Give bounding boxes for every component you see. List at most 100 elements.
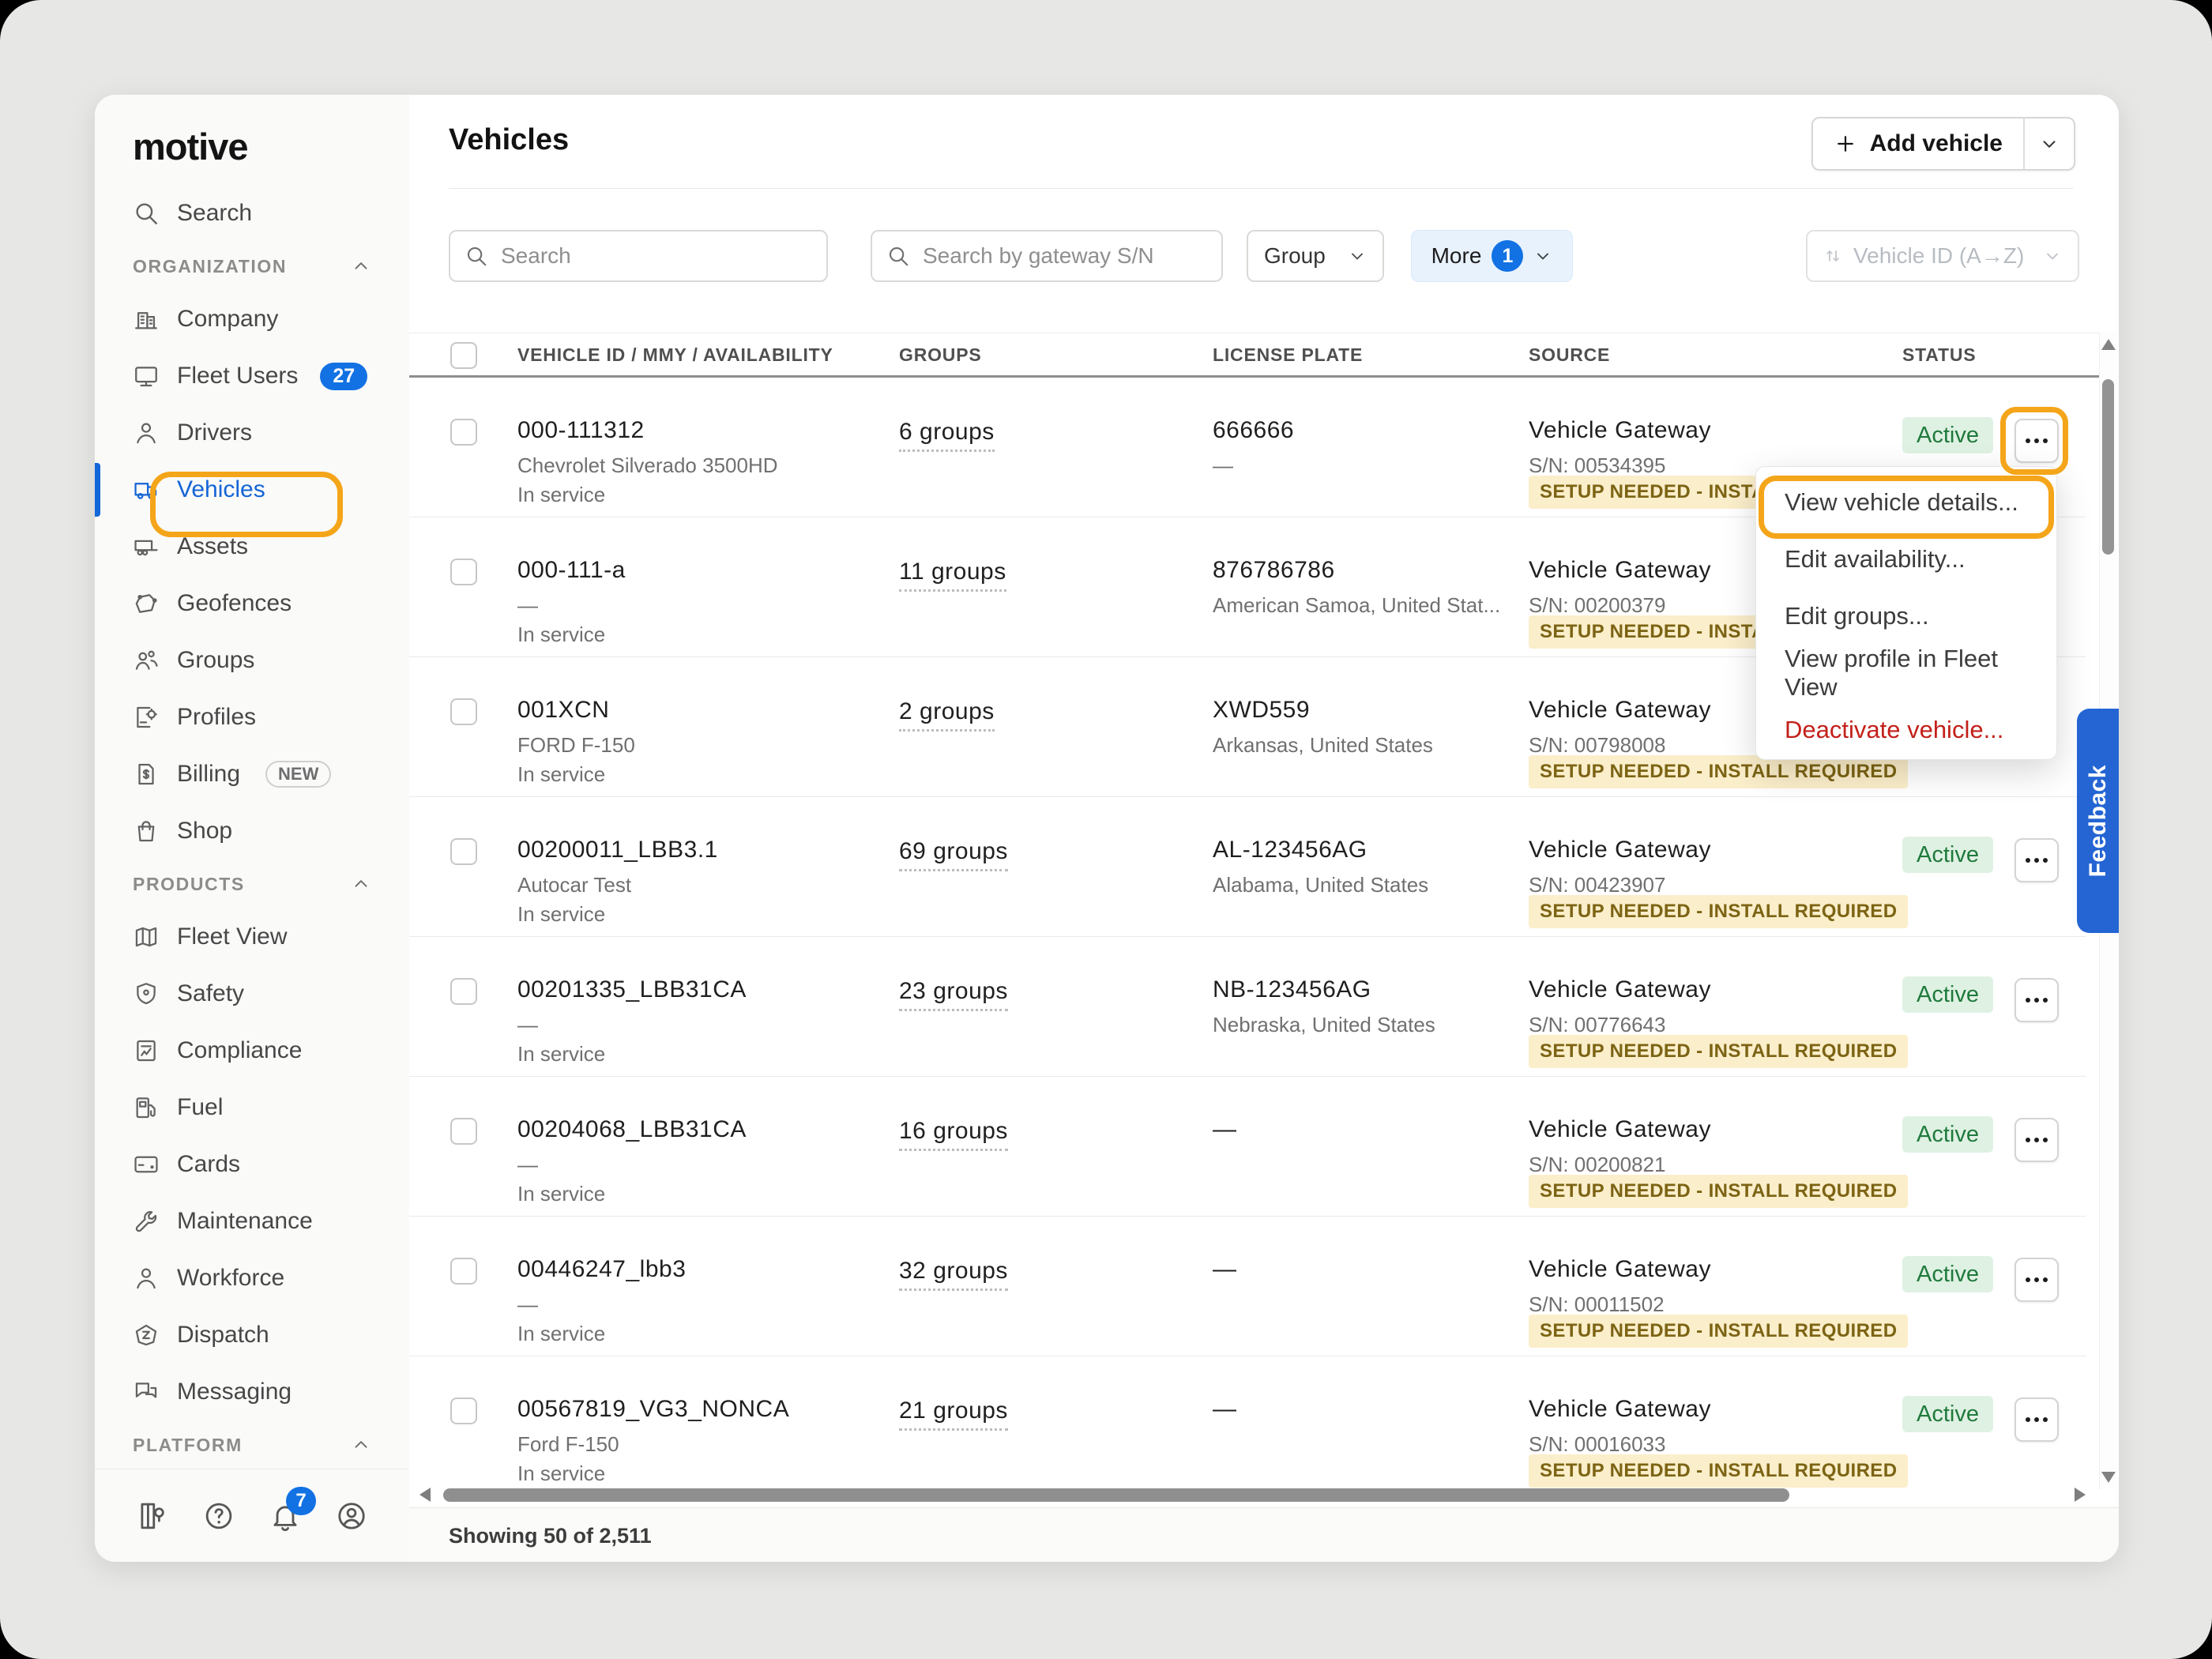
sidebar-item-compliance[interactable]: Compliance: [95, 1022, 409, 1079]
menu-item-view-vehicle-details[interactable]: View vehicle details...: [1756, 474, 2056, 531]
groups-link[interactable]: 23 groups: [899, 978, 1008, 1011]
sidebar-item-safety[interactable]: Safety: [95, 965, 409, 1022]
select-all-checkbox[interactable]: [450, 342, 477, 369]
groups-link[interactable]: 6 groups: [899, 419, 995, 452]
row-checkbox[interactable]: [450, 1398, 477, 1424]
vehicle-mmy: —: [517, 593, 538, 618]
sidebar-item-maintenance[interactable]: Maintenance: [95, 1193, 409, 1250]
sidebar-item-fuel[interactable]: Fuel: [95, 1079, 409, 1136]
add-vehicle-button[interactable]: Add vehicle: [1811, 117, 2075, 171]
groups-link[interactable]: 69 groups: [899, 838, 1008, 871]
sidebar-item-fleet-view[interactable]: Fleet View: [95, 908, 409, 965]
sidebar-item-workforce[interactable]: Workforce: [95, 1250, 409, 1307]
sidebar-item-fleet-users[interactable]: Fleet Users 27: [95, 348, 409, 404]
row-actions-button[interactable]: [2014, 1258, 2059, 1302]
vehicle-id[interactable]: 001XCN: [517, 697, 609, 724]
row-checkbox[interactable]: [450, 419, 477, 446]
sidebar-item-search[interactable]: Search: [95, 185, 409, 242]
sidebar-item-shop[interactable]: Shop: [95, 803, 409, 860]
license-plate-location: Arkansas, United States: [1213, 733, 1433, 758]
vehicle-id[interactable]: 00204068_LBB31CA: [517, 1116, 747, 1143]
more-filters-button[interactable]: More 1: [1411, 230, 1573, 282]
feedback-tab[interactable]: Feedback: [2077, 709, 2119, 933]
groups-link[interactable]: 16 groups: [899, 1118, 1008, 1151]
notifications-button[interactable]: 7: [269, 1499, 302, 1533]
row-actions-button[interactable]: [2014, 1398, 2059, 1442]
chevron-up-icon: [351, 256, 371, 276]
row-checkbox[interactable]: [450, 698, 477, 725]
sidebar-item-company[interactable]: Company: [95, 291, 409, 348]
vehicle-mmy: —: [517, 1292, 538, 1317]
sidebar-item-cards[interactable]: Cards: [95, 1136, 409, 1193]
sort-dropdown[interactable]: Vehicle ID (A→Z): [1806, 230, 2079, 282]
groups-link[interactable]: 2 groups: [899, 698, 995, 732]
row-checkbox[interactable]: [450, 1118, 477, 1145]
menu-item-view-profile-fleet-view[interactable]: View profile in Fleet View: [1756, 645, 2056, 702]
source-name: Vehicle Gateway: [1529, 557, 1711, 584]
profile-settings-icon: [133, 704, 160, 731]
status-badge: Active: [1902, 837, 1993, 873]
vehicle-id[interactable]: 00567819_VG3_NONCA: [517, 1396, 789, 1423]
menu-item-edit-groups[interactable]: Edit groups...: [1756, 588, 2056, 645]
row-actions-button[interactable]: [2014, 978, 2059, 1022]
sidebar-item-dispatch[interactable]: Dispatch: [95, 1307, 409, 1364]
scroll-down-arrow[interactable]: [2101, 1472, 2116, 1483]
menu-item-edit-availability[interactable]: Edit availability...: [1756, 531, 2056, 588]
dispatch-icon: [133, 1322, 160, 1349]
sidebar-section-platform[interactable]: PLATFORM: [95, 1420, 409, 1469]
trailer-icon: [133, 533, 160, 560]
sidebar-item-drivers[interactable]: Drivers: [95, 404, 409, 461]
scroll-left-arrow[interactable]: [419, 1488, 431, 1502]
row-actions-button[interactable]: [2014, 838, 2059, 882]
source-serial: S/N: 00534395: [1529, 453, 1665, 478]
vehicle-id[interactable]: 00446247_lbb3: [517, 1256, 686, 1283]
menu-item-deactivate-vehicle[interactable]: Deactivate vehicle...: [1756, 702, 2056, 758]
vehicle-id[interactable]: 000-111312: [517, 417, 645, 444]
row-checkbox[interactable]: [450, 838, 477, 865]
search-input[interactable]: [499, 243, 796, 269]
account-button[interactable]: [335, 1499, 368, 1533]
row-checkbox[interactable]: [450, 978, 477, 1005]
scroll-up-arrow[interactable]: [2101, 339, 2116, 350]
groups-link[interactable]: 11 groups: [899, 559, 1006, 592]
groups-link[interactable]: 32 groups: [899, 1258, 1008, 1291]
source-name: Vehicle Gateway: [1529, 1116, 1711, 1143]
sidebar-section-organization[interactable]: ORGANIZATION: [95, 242, 409, 291]
sidebar-item-profiles[interactable]: Profiles: [95, 689, 409, 746]
source-serial: S/N: 00776643: [1529, 1013, 1665, 1037]
scroll-right-arrow[interactable]: [2075, 1488, 2086, 1502]
vehicle-id[interactable]: 000-111-a: [517, 557, 626, 584]
search-field[interactable]: [449, 230, 828, 282]
source-name: Vehicle Gateway: [1529, 1396, 1711, 1423]
row-checkbox[interactable]: [450, 1258, 477, 1285]
vehicle-id[interactable]: 00201335_LBB31CA: [517, 976, 747, 1003]
sidebar-item-vehicles[interactable]: Vehicles: [95, 461, 409, 518]
sidebar-item-messaging[interactable]: Messaging: [95, 1364, 409, 1420]
gateway-search-field[interactable]: [871, 230, 1223, 282]
gateway-search-input[interactable]: [921, 243, 1197, 269]
vehicle-mmy: Ford F-150: [517, 1432, 619, 1457]
row-checkbox[interactable]: [450, 559, 477, 585]
sidebar-item-assets[interactable]: Assets: [95, 518, 409, 575]
groups-link[interactable]: 21 groups: [899, 1398, 1008, 1431]
map-icon: [133, 924, 160, 950]
license-plate: AL-123456AG: [1213, 837, 1367, 863]
help-button[interactable]: [202, 1499, 235, 1533]
add-vehicle-dropdown-button[interactable]: [2023, 118, 2074, 169]
license-plate: NB-123456AG: [1213, 976, 1371, 1003]
horizontal-scrollbar-thumb[interactable]: [443, 1488, 1789, 1502]
sidebar-item-geofences[interactable]: Geofences: [95, 575, 409, 632]
header-divider: [449, 188, 2073, 189]
row-actions-button[interactable]: [2014, 1118, 2059, 1162]
vertical-scrollbar-thumb[interactable]: [2102, 379, 2114, 555]
sidebar-section-products[interactable]: PRODUCTS: [95, 860, 409, 908]
license-plate-location: Nebraska, United States: [1213, 1013, 1435, 1037]
referral-button[interactable]: [136, 1499, 169, 1533]
row-actions-button[interactable]: [2014, 419, 2059, 463]
group-filter-dropdown[interactable]: Group: [1247, 230, 1384, 282]
sidebar-item-groups[interactable]: Groups: [95, 632, 409, 689]
sidebar-item-billing[interactable]: Billing NEW: [95, 746, 409, 803]
vehicle-id[interactable]: 00200011_LBB3.1: [517, 837, 718, 863]
status-badge: Active: [1902, 1116, 1993, 1153]
vehicle-availability: In service: [517, 1322, 605, 1346]
